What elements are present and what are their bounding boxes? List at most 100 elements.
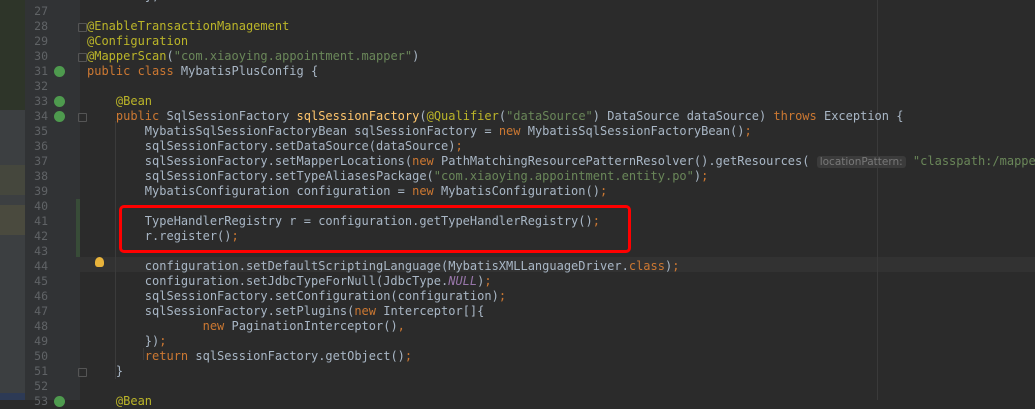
panel-region <box>0 0 25 110</box>
code-line[interactable]: sqlSessionFactory.setMapperLocations(new… <box>87 154 1035 170</box>
code-line[interactable]: @Bean <box>87 394 152 409</box>
panel-region <box>0 165 25 195</box>
code-token: MybatisPlusConfig { <box>180 64 319 78</box>
code-token: sqlSessionFactory.setPlugins( <box>87 304 355 318</box>
code-token: @Configuration <box>87 34 189 48</box>
code-line[interactable]: return sqlSessionFactory.getObject(); <box>87 349 412 364</box>
highlight-annotation-box <box>119 205 631 253</box>
spring-bean-icon[interactable] <box>54 111 65 122</box>
line-number: 49 <box>34 334 48 348</box>
spring-bean-class-icon[interactable] <box>54 66 65 77</box>
code-line[interactable]: MybatisConfiguration configuration = new… <box>87 184 607 199</box>
line-number: 39 <box>34 184 48 198</box>
code-token: throws <box>773 109 824 123</box>
code-line[interactable]: }); <box>87 334 167 349</box>
code-token: MybatisConfiguration() <box>441 184 600 198</box>
code-token: public class <box>87 64 181 78</box>
code-token: ; <box>599 184 608 198</box>
code-token: MybatisSqlSessionFactoryBean sqlSessionF… <box>87 124 499 138</box>
code-line[interactable]: } <box>87 364 123 379</box>
code-line[interactable]: @EnableTransactionManagement <box>87 19 289 34</box>
code-token: return <box>144 349 196 363</box>
code-token: MybatisConfiguration configuration = <box>87 184 413 198</box>
line-number: 30 <box>34 49 48 63</box>
code-line[interactable]: sqlSessionFactory.setDataSource(dataSour… <box>87 139 463 154</box>
spring-bean-icon[interactable] <box>54 396 65 407</box>
line-number: 38 <box>34 169 48 183</box>
code-token: NULL <box>448 274 478 288</box>
line-number: 51 <box>34 364 48 378</box>
line-number: 32 <box>34 79 48 93</box>
line-number: 41 <box>34 214 48 228</box>
code-token: configuration.setDefaultScriptingLanguag… <box>87 259 629 273</box>
fold-marker-icon[interactable] <box>78 53 87 62</box>
code-token: new <box>202 319 232 333</box>
line-number: 40 <box>34 199 48 213</box>
code-token: ; <box>701 169 709 183</box>
code-token: sqlSessionFactory.setConfiguration(confi… <box>87 289 499 303</box>
code-token: sqlSessionFactory.getObject() <box>195 349 405 363</box>
left-tool-panel <box>0 0 25 400</box>
code-token: new <box>412 154 442 168</box>
line-number: 48 <box>34 319 48 333</box>
code-line[interactable]: }; <box>87 0 159 4</box>
code-token: ) <box>412 49 420 63</box>
code-token: ( <box>166 49 174 63</box>
parameter-hint: locationPattern: <box>816 156 906 168</box>
code-token: ( <box>419 109 427 123</box>
code-line[interactable]: sqlSessionFactory.setPlugins(new Interce… <box>87 304 485 319</box>
code-line[interactable]: public class MybatisPlusConfig { <box>87 64 318 79</box>
line-number: 53 <box>34 394 48 408</box>
code-token: ; <box>498 289 507 303</box>
lightbulb-intention-icon[interactable] <box>95 257 104 267</box>
code-line[interactable]: sqlSessionFactory.setTypeAliasesPackage(… <box>87 169 709 184</box>
code-line[interactable]: @MapperScan("com.xiaoying.appointment.ma… <box>87 49 419 64</box>
code-token: @Bean <box>115 394 153 408</box>
code-token: @Qualifier <box>426 109 499 123</box>
line-number: 33 <box>34 94 48 108</box>
code-token: PaginationInterceptor() <box>231 319 398 333</box>
code-token: new <box>354 304 384 318</box>
line-number: 28 <box>34 19 48 33</box>
code-token: }; <box>87 0 159 3</box>
code-line[interactable]: MybatisSqlSessionFactoryBean sqlSessionF… <box>87 124 752 139</box>
code-token: Exception { <box>823 109 904 123</box>
code-line[interactable]: @Configuration <box>87 34 188 49</box>
vcs-change-marker[interactable] <box>76 199 80 257</box>
code-line[interactable]: public SqlSessionFactory sqlSessionFacto… <box>87 109 904 124</box>
code-token: SqlSessionFactory <box>166 109 297 123</box>
panel-region <box>0 393 25 400</box>
fold-marker-icon[interactable] <box>78 368 87 377</box>
code-line[interactable]: @Bean <box>87 94 152 109</box>
code-token: ; <box>159 334 167 348</box>
fold-marker-icon[interactable] <box>78 23 87 32</box>
code-line[interactable]: configuration.setJdbcTypeForNull(JdbcTyp… <box>87 274 492 289</box>
line-number: 43 <box>34 244 48 258</box>
code-token: class <box>628 259 665 273</box>
spring-bean-icon[interactable] <box>54 96 65 107</box>
line-number: 31 <box>34 64 48 78</box>
code-token: new <box>412 184 442 198</box>
code-line[interactable]: new PaginationInterceptor(), <box>87 319 405 334</box>
panel-region <box>0 205 25 235</box>
code-token: ; <box>672 259 680 273</box>
code-token: "com.xiaoying.appointment.entity.po" <box>433 169 694 183</box>
code-token: sqlSessionFactory.setDataSource(dataSour… <box>87 139 456 153</box>
code-token: ; <box>404 349 413 363</box>
line-number: 44 <box>34 259 48 273</box>
code-token: ) DataSource dataSource) <box>592 109 774 123</box>
line-number: 47 <box>34 304 48 318</box>
code-token: @MapperScan <box>87 49 167 63</box>
code-line[interactable]: sqlSessionFactory.setConfiguration(confi… <box>87 289 506 304</box>
code-token: ; <box>455 139 463 153</box>
fold-marker-icon[interactable] <box>78 113 87 122</box>
code-line[interactable]: configuration.setDefaultScriptingLanguag… <box>87 259 680 274</box>
code-token: @EnableTransactionManagement <box>87 19 290 33</box>
code-token: sqlSessionFactory.setTypeAliasesPackage( <box>87 169 434 183</box>
code-token: public <box>115 109 167 123</box>
